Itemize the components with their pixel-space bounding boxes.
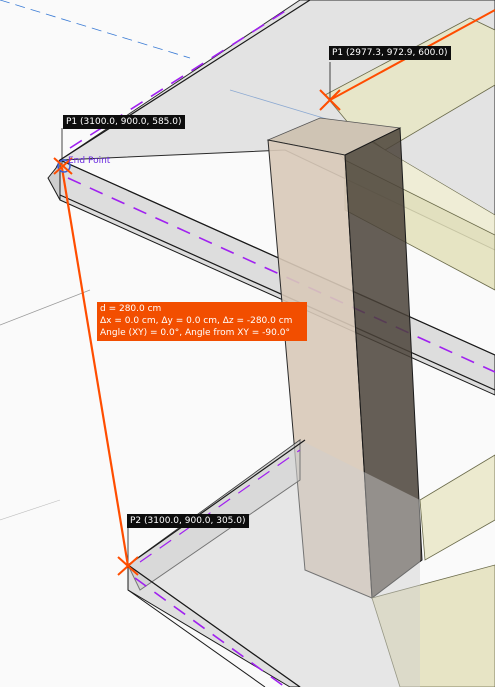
axis-guide-grey-2 <box>0 499 61 521</box>
3d-viewport[interactable]: P1 (2977.3, 972.9, 600.0) P1 (3100.0, 90… <box>0 0 495 687</box>
axis-guide-grey <box>0 289 91 326</box>
measure-distance: d = 280.0 cm <box>100 304 162 314</box>
measurement-readout: d = 280.0 cm Δx = 0.0 cm, Δy = 0.0 cm, Δ… <box>97 302 307 341</box>
snap-end-point-label: End Point <box>68 156 111 166</box>
point-label-p1-left: P1 (3100.0, 900.0, 585.0) <box>63 115 185 129</box>
measure-deltas: Δx = 0.0 cm, Δy = 0.0 cm, Δz = -280.0 cm <box>100 316 293 326</box>
measure-line-vertical[interactable] <box>60 167 130 567</box>
point-label-p2: P2 (3100.0, 900.0, 305.0) <box>127 514 249 528</box>
model-scene[interactable] <box>0 0 495 687</box>
beam-right-lower[interactable] <box>419 454 495 561</box>
point-label-p1-top: P1 (2977.3, 972.9, 600.0) <box>329 46 451 60</box>
axis-guide-blue <box>0 0 191 59</box>
measure-angles: Angle (XY) = 0.0°, Angle from XY = -90.0… <box>100 328 290 338</box>
